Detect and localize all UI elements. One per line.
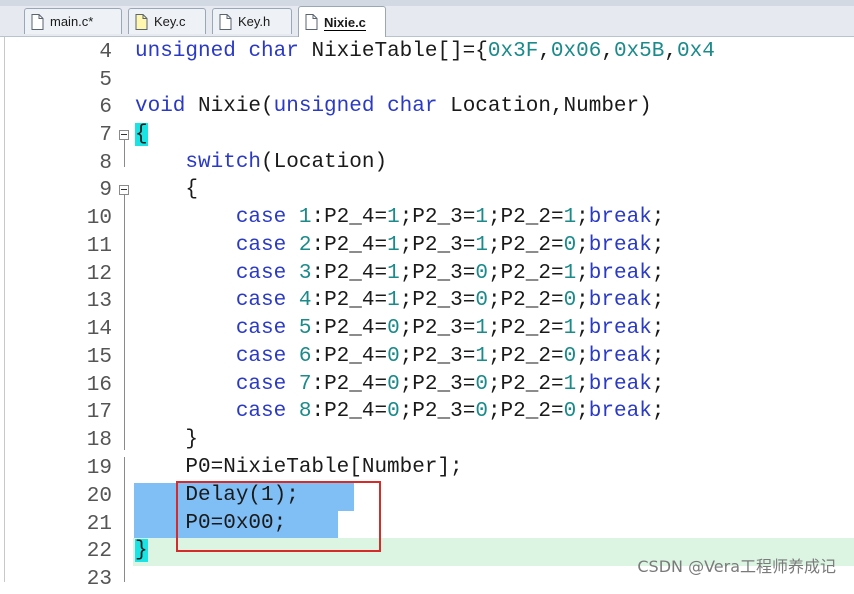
code-line: 8 switch(Location) [0, 150, 854, 178]
code-text: case 4:P2_4=1;P2_3=0;P2_2=0;break; [235, 289, 665, 313]
line-number: 8 [99, 152, 112, 175]
code-line: 4 unsigned char NixieTable[]={0x3F,0x06,… [0, 39, 854, 67]
code-text: P0=NixieTable[Number]; [135, 456, 463, 479]
tab-label: Key.h [238, 14, 271, 29]
file-icon [31, 13, 44, 30]
code-text: case 8:P2_4=0;P2_3=0;P2_2=0;break; [235, 400, 665, 424]
code-line: 15 case 6:P2_4=0;P2_3=1;P2_2=0;break; [0, 344, 854, 372]
code-line: 11 case 2:P2_4=1;P2_3=1;P2_2=0;break; [0, 233, 854, 261]
code-text: unsigned char NixieTable[]={0x3F,0x06,0x… [135, 40, 715, 63]
file-icon [219, 13, 232, 30]
code-line: 12 case 3:P2_4=1;P2_3=0;P2_2=1;break; [0, 261, 854, 289]
tab-label: main.c* [50, 14, 94, 29]
line-number: 14 [86, 318, 112, 341]
code-text: case 3:P2_4=1;P2_3=0;P2_2=1;break; [235, 261, 665, 285]
line-number: 19 [86, 457, 112, 480]
line-number: 17 [86, 401, 112, 425]
line-number: 12 [86, 262, 112, 286]
line-number: 16 [86, 373, 112, 397]
code-line: 18 } [0, 427, 854, 455]
file-icon [305, 14, 318, 30]
watermark-text: CSDN @Vera工程师养成记 [637, 557, 836, 576]
line-number: 22 [86, 540, 112, 563]
code-editor[interactable]: 4 unsigned char NixieTable[]={0x3F,0x06,… [0, 37, 854, 591]
line-number: 18 [86, 429, 112, 452]
line-number: 11 [86, 234, 112, 258]
code-text: { [135, 123, 148, 147]
code-text: case 5:P2_4=0;P2_3=1;P2_2=1;break; [235, 317, 665, 340]
code-text: case 2:P2_4=1;P2_3=1;P2_2=0;break; [235, 233, 665, 257]
code-text: switch(Location) [185, 151, 388, 174]
code-text: case 7:P2_4=0;P2_3=0;P2_2=1;break; [235, 372, 665, 396]
line-number: 20 [86, 485, 112, 508]
code-text: } [135, 428, 199, 451]
code-line: 20 Delay(1); [0, 483, 854, 511]
code-text: void Nixie(unsigned char Location,Number… [135, 95, 652, 118]
tab-main-c[interactable]: main.c* [24, 8, 122, 34]
code-text: case 1:P2_4=1;P2_3=1;P2_2=1;break; [235, 206, 665, 229]
line-number: 4 [99, 41, 112, 64]
matched-brace: } [135, 539, 148, 562]
code-line: 21 P0=0x00; [0, 511, 854, 539]
code-text: { [135, 178, 199, 201]
tab-nixie-c[interactable]: Nixie.c [298, 6, 386, 37]
code-line: 17 case 8:P2_4=0;P2_3=0;P2_2=0;break; [0, 399, 854, 427]
code-line: 14 case 5:P2_4=0;P2_3=1;P2_2=1;break; [0, 316, 854, 344]
tab-label: Nixie.c [324, 14, 366, 31]
fold-toggle-icon[interactable] [119, 130, 129, 140]
line-number: 6 [99, 96, 112, 119]
code-line: 19 P0=NixieTable[Number]; [0, 455, 854, 483]
tab-key-c[interactable]: Key.c [128, 8, 206, 34]
tab-bar-top-strip [0, 0, 854, 6]
matched-brace: { [135, 123, 148, 146]
code-line: 6 void Nixie(unsigned char Location,Numb… [0, 94, 854, 122]
tab-bar: main.c* Key.c Key.h Nixie.c [0, 0, 854, 37]
code-line: 5 [0, 67, 854, 95]
file-icon [135, 13, 148, 30]
line-number: 9 [99, 179, 112, 202]
line-number: 21 [86, 513, 112, 536]
annotation-highlight-box [176, 481, 381, 552]
code-text: case 6:P2_4=0;P2_3=1;P2_2=0;break; [235, 344, 665, 368]
code-line: 16 case 7:P2_4=0;P2_3=0;P2_2=1;break; [0, 372, 854, 400]
code-line: 13 case 4:P2_4=1;P2_3=0;P2_2=0;break; [0, 288, 854, 316]
line-number: 7 [99, 124, 112, 147]
line-number: 23 [86, 568, 112, 591]
line-number: 15 [86, 345, 112, 369]
code-text: } [135, 539, 148, 563]
line-number: 13 [86, 290, 112, 314]
tab-key-h[interactable]: Key.h [212, 8, 292, 34]
code-line: 10 case 1:P2_4=1;P2_3=1;P2_2=1;break; [0, 205, 854, 233]
line-number: 10 [86, 207, 112, 230]
line-number: 5 [99, 69, 112, 92]
tab-label: Key.c [154, 14, 186, 29]
code-line: 9 { [0, 177, 854, 205]
fold-toggle-icon[interactable] [119, 185, 129, 195]
code-line: 7 { [0, 122, 854, 150]
